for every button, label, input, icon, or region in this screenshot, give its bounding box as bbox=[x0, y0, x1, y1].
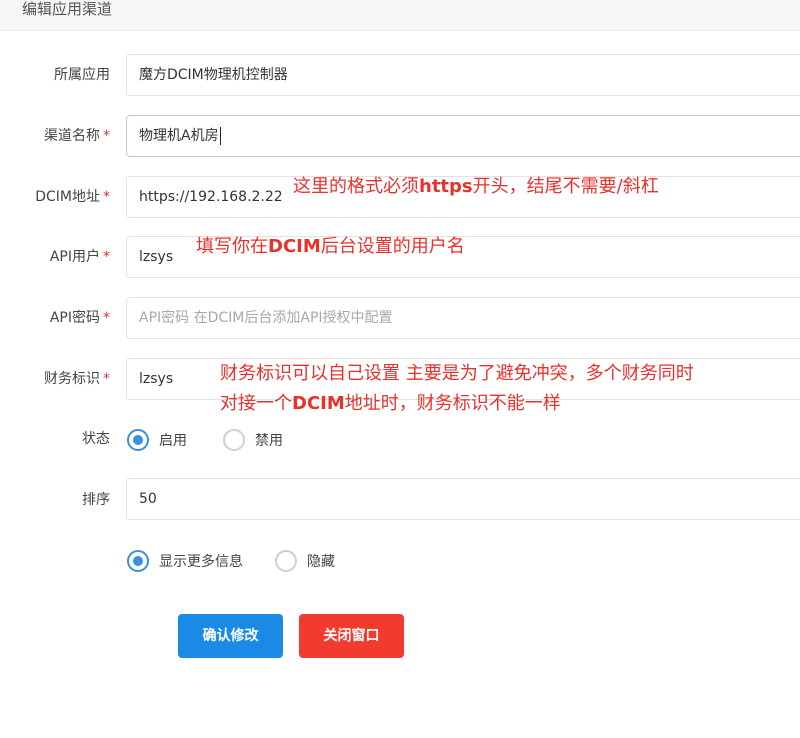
dialog-header: 编辑应用渠道 bbox=[0, 0, 800, 31]
dialog-title: 编辑应用渠道 bbox=[22, 0, 113, 18]
sort-input[interactable]: 50 bbox=[126, 478, 800, 520]
required-mark: * bbox=[103, 249, 110, 265]
api-password-label: API密码 * bbox=[49, 310, 110, 326]
status-option-enabled[interactable]: 启用 bbox=[127, 429, 187, 451]
status-label: 状态 bbox=[82, 431, 110, 447]
channel-name-input[interactable]: 物理机A机房 bbox=[126, 115, 800, 157]
confirm-edit-button[interactable]: 确认修改 bbox=[178, 614, 283, 658]
info-display-radio-group: 显示更多信息 隐藏 bbox=[127, 549, 353, 573]
required-mark: * bbox=[103, 189, 110, 205]
text-caret bbox=[219, 127, 221, 145]
app-label: 所属应用 bbox=[54, 67, 110, 83]
info-option-hide[interactable]: 隐藏 bbox=[275, 550, 335, 572]
sort-label: 排序 bbox=[82, 492, 110, 508]
info-option-show-more[interactable]: 显示更多信息 bbox=[127, 550, 243, 572]
status-radio-group: 启用 禁用 bbox=[127, 428, 301, 452]
radio-unchecked-icon[interactable] bbox=[275, 550, 297, 572]
dcim-url-label: DCIM地址 * bbox=[35, 189, 110, 205]
finance-id-annotation-line2: 对接一个DCIM地址时，财务标识不能一样 bbox=[220, 393, 561, 414]
required-mark: * bbox=[103, 128, 110, 144]
required-mark: * bbox=[103, 310, 110, 326]
channel-name-label: 渠道名称 * bbox=[44, 128, 110, 144]
api-user-annotation: 填写你在DCIM后台设置的用户名 bbox=[196, 236, 465, 257]
api-password-input[interactable]: API密码 在DCIM后台添加API授权中配置 bbox=[126, 297, 800, 339]
app-field[interactable]: 魔方DCIM物理机控制器 bbox=[126, 54, 800, 96]
finance-id-label: 财务标识 * bbox=[44, 371, 110, 387]
dcim-url-annotation: 这里的格式必须https开头，结尾不需要/斜杠 bbox=[293, 176, 659, 197]
radio-checked-icon[interactable] bbox=[127, 429, 149, 451]
api-password-placeholder: API密码 在DCIM后台添加API授权中配置 bbox=[139, 310, 393, 326]
api-user-label: API用户 * bbox=[49, 249, 110, 265]
required-mark: * bbox=[103, 371, 110, 387]
close-window-button[interactable]: 关闭窗口 bbox=[299, 614, 404, 658]
status-option-disabled[interactable]: 禁用 bbox=[223, 429, 283, 451]
finance-id-annotation-line1: 财务标识可以自己设置 主要是为了避免冲突，多个财务同时 bbox=[220, 363, 694, 384]
radio-unchecked-icon[interactable] bbox=[223, 429, 245, 451]
radio-checked-icon[interactable] bbox=[127, 550, 149, 572]
